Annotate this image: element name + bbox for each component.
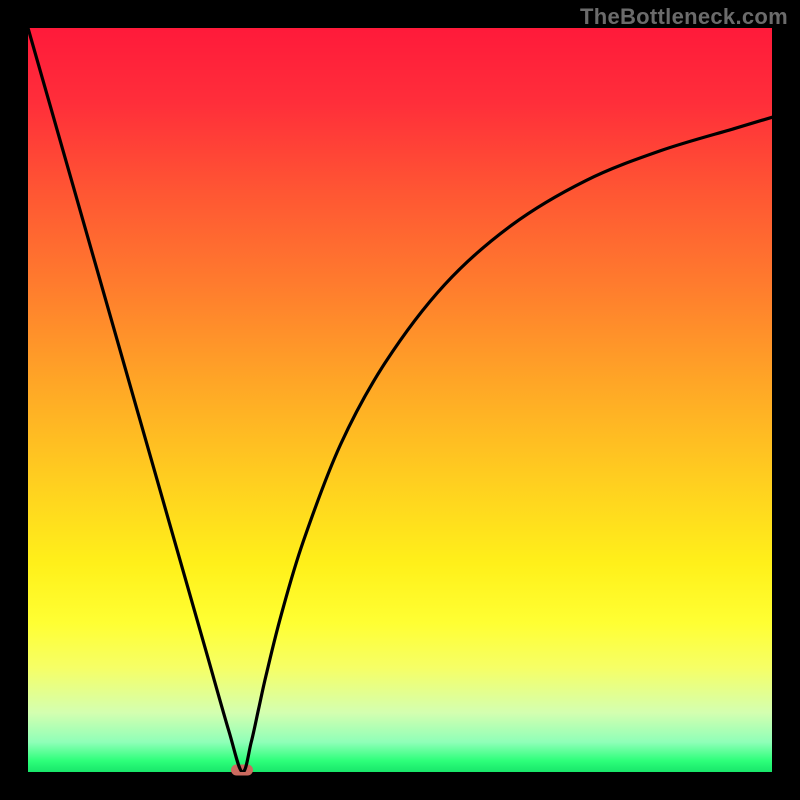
- watermark-text: TheBottleneck.com: [580, 4, 788, 30]
- plot-area: [28, 28, 772, 772]
- bottleneck-curve: [28, 28, 772, 772]
- chart-frame: TheBottleneck.com: [0, 0, 800, 800]
